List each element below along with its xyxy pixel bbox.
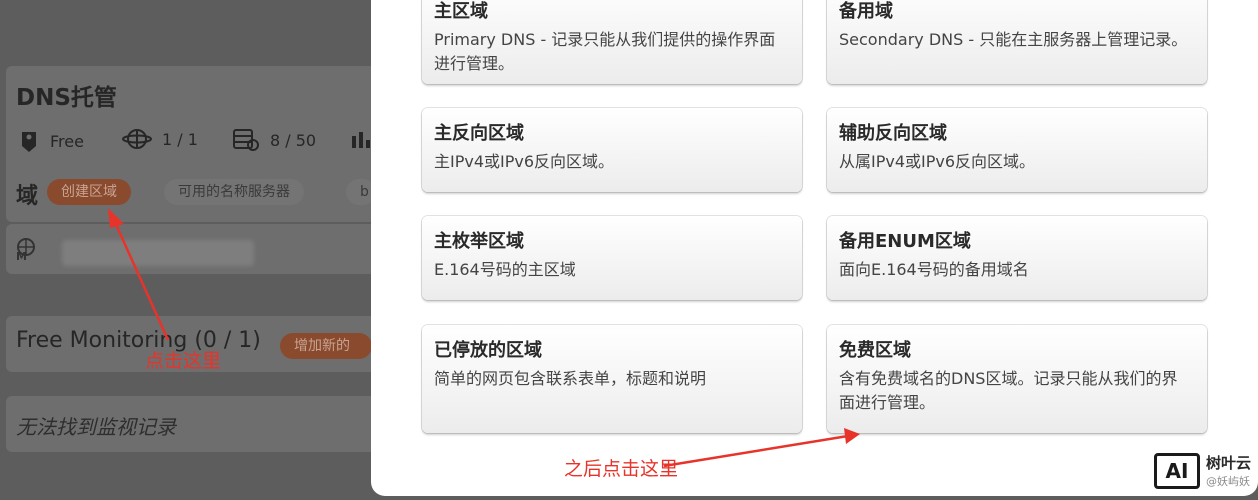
arrow-head-icon — [108, 208, 124, 228]
annotation-then-click-here: 之后点击这里 — [564, 458, 679, 480]
annotation-arrows — [108, 208, 860, 468]
watermark-name: 树叶云 — [1206, 454, 1252, 472]
arrow-to-free-zone — [663, 434, 849, 468]
watermark: AI 树叶云 @妖屿妖 — [1154, 452, 1251, 489]
annotation-click-here: 点击这里 — [145, 350, 222, 372]
arrow-to-create-zone — [112, 219, 170, 341]
arrow-head-icon — [844, 428, 860, 444]
watermark-logo: AI — [1154, 452, 1200, 489]
watermark-handle: @妖屿妖 — [1206, 475, 1250, 488]
